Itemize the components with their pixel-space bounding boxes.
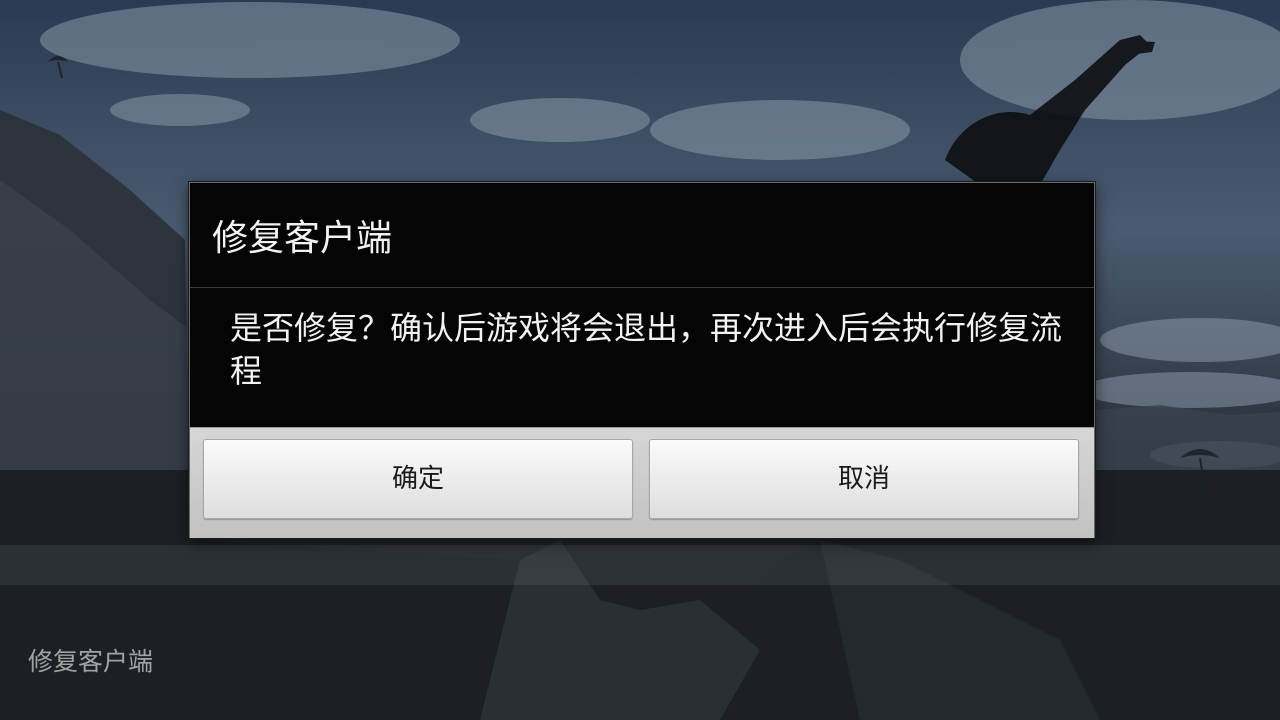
dialog-message: 是否修复？确认后游戏将会退出，再次进入后会执行修复流程 xyxy=(230,309,1063,390)
repair-client-link[interactable]: 修复客户端 xyxy=(28,646,153,678)
repair-client-dialog: 修复客户端 是否修复？确认后游戏将会退出，再次进入后会执行修复流程 确定 取消 xyxy=(189,182,1095,538)
game-launch-screen: 修复客户端 是否修复？确认后游戏将会退出，再次进入后会执行修复流程 确定 取消 … xyxy=(0,0,1280,720)
dialog-title: 修复客户端 xyxy=(212,218,393,259)
title-divider xyxy=(190,287,1094,288)
confirm-button[interactable]: 确定 xyxy=(203,439,633,519)
cancel-button[interactable]: 取消 xyxy=(649,439,1079,519)
dialog-button-bar: 确定 取消 xyxy=(190,427,1094,538)
